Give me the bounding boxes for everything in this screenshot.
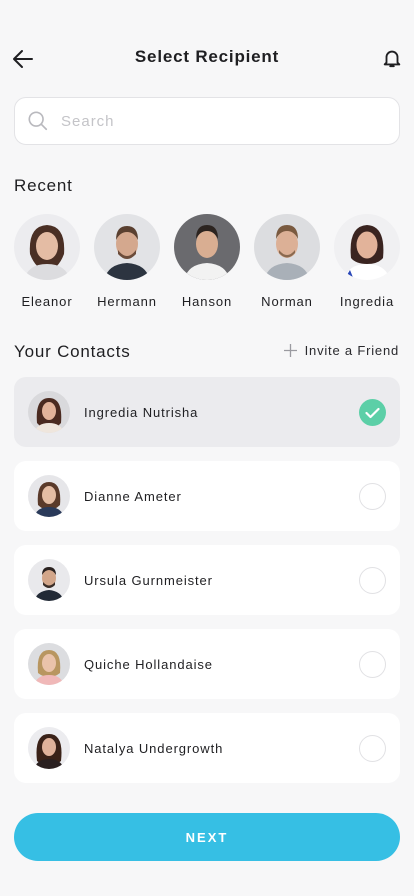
plus-icon: [283, 344, 297, 357]
avatar: [94, 214, 160, 280]
select-checkbox[interactable]: [359, 483, 386, 510]
avatar: [334, 214, 400, 280]
avatar: [28, 559, 70, 601]
avatar: [174, 214, 240, 280]
next-button[interactable]: NEXT: [14, 813, 400, 861]
contact-row[interactable]: Quiche Hollandaise: [14, 629, 400, 699]
recent-person-hermann[interactable]: Hermann: [94, 214, 160, 314]
check-icon: [365, 407, 380, 418]
select-checkbox[interactable]: [359, 567, 386, 594]
avatar: [14, 214, 80, 280]
avatar: [28, 391, 70, 433]
recent-person-norman[interactable]: Norman: [254, 214, 320, 314]
recent-person-hanson[interactable]: Hanson: [174, 214, 240, 314]
contact-name: Dianne Ameter: [84, 488, 182, 504]
contact-row[interactable]: Ingredia Nutrisha: [14, 377, 400, 447]
contact-row[interactable]: Natalya Undergrowth: [14, 713, 400, 783]
recent-list: Eleanor Hermann Hanson Norman Ingredia: [14, 214, 414, 314]
selected-checkbox[interactable]: [359, 399, 386, 426]
search-input[interactable]: [61, 112, 381, 130]
bell-icon: [383, 50, 401, 68]
recent-name: Hermann: [97, 294, 157, 309]
avatar: [28, 727, 70, 769]
page-title: Select Recipient: [134, 47, 280, 66]
notifications-button[interactable]: [380, 46, 404, 70]
recent-name: Ingredia: [339, 294, 395, 309]
invite-label: Invite a Friend: [304, 343, 399, 358]
select-checkbox[interactable]: [359, 735, 386, 762]
avatar: [28, 475, 70, 517]
select-checkbox[interactable]: [359, 651, 386, 678]
recent-name: Norman: [261, 294, 313, 309]
recent-name: Hanson: [181, 294, 233, 309]
contact-name: Ingredia Nutrisha: [84, 404, 199, 420]
search-bar[interactable]: [14, 97, 400, 145]
recent-section-title: Recent: [14, 176, 73, 195]
contact-name: Quiche Hollandaise: [84, 656, 213, 672]
recent-person-eleanor[interactable]: Eleanor: [14, 214, 80, 314]
avatar: [28, 643, 70, 685]
recent-person-ingredia[interactable]: Ingredia: [334, 214, 400, 314]
invite-friend-button[interactable]: Invite a Friend: [283, 343, 399, 358]
contacts-list: Ingredia Nutrisha Dianne Ameter Ursula G…: [14, 377, 400, 797]
contact-row[interactable]: Dianne Ameter: [14, 461, 400, 531]
search-icon: [28, 111, 48, 131]
contact-name: Ursula Gurnmeister: [84, 572, 213, 588]
contact-row[interactable]: Ursula Gurnmeister: [14, 545, 400, 615]
contacts-section-title: Your Contacts: [14, 342, 131, 361]
avatar: [254, 214, 320, 280]
contact-name: Natalya Undergrowth: [84, 740, 224, 756]
recent-name: Eleanor: [21, 294, 73, 309]
